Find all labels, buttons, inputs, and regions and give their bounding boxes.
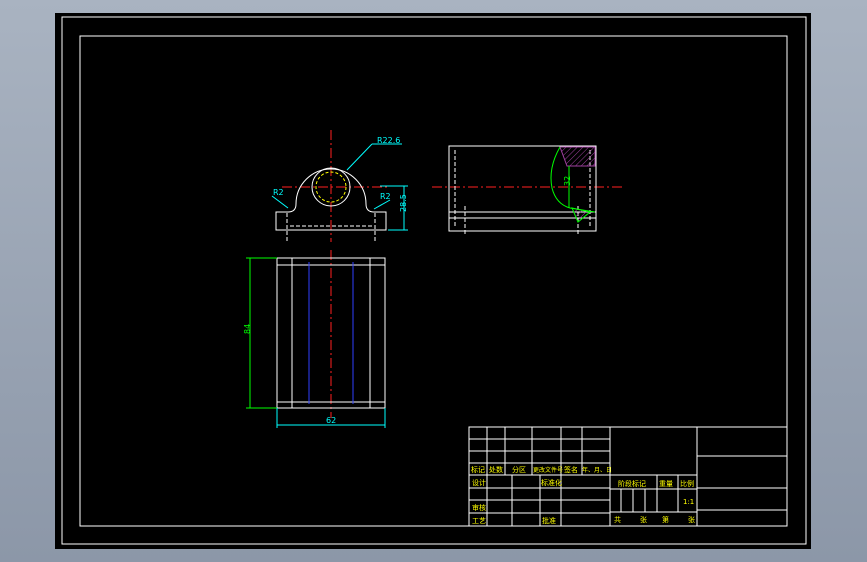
tb-label-mark: 标记 (471, 465, 485, 474)
tb-label-total: 共 (614, 515, 621, 524)
tb-label-standardize: 标准化 (541, 478, 562, 487)
tb-label-review: 审核 (472, 503, 486, 512)
drawing-sheet (55, 13, 811, 549)
side-height-label: 32 (563, 176, 572, 186)
width-label: 62 (326, 416, 336, 425)
tb-label-stage-mark: 阶段标记 (618, 479, 646, 488)
height-label: 28.5 (399, 194, 408, 212)
tb-label-design: 设计 (472, 478, 486, 487)
tb-label-count: 处数 (489, 465, 503, 474)
tb-label-sheet-unit: 张 (688, 515, 695, 524)
tb-label-zone: 分区 (512, 465, 526, 474)
tb-label-scale: 比例 (680, 479, 694, 488)
length-label: 84 (243, 324, 252, 334)
fillet-label-right: R2 (380, 192, 391, 201)
tb-label-approve: 批准 (542, 516, 556, 525)
tb-label-sign: 签名 (564, 465, 578, 474)
tb-label-weight: 重量 (659, 480, 673, 488)
tb-label-date: 年、月、日 (582, 466, 612, 474)
radius-label: R22.6 (377, 136, 400, 145)
fillet-label-left: R2 (273, 188, 284, 197)
tb-label-sheet: 第 (662, 515, 669, 524)
tb-scale-value: 1:1 (683, 498, 694, 506)
tb-label-total-unit: 张 (640, 515, 647, 524)
tb-label-process: 工艺 (472, 517, 486, 525)
tb-label-change-doc: 更改文件号 (533, 466, 563, 474)
cad-drawing: R22.6 R2 R2 28.5 32 84 62 标记 处数 分区 更改文件号… (55, 13, 811, 549)
